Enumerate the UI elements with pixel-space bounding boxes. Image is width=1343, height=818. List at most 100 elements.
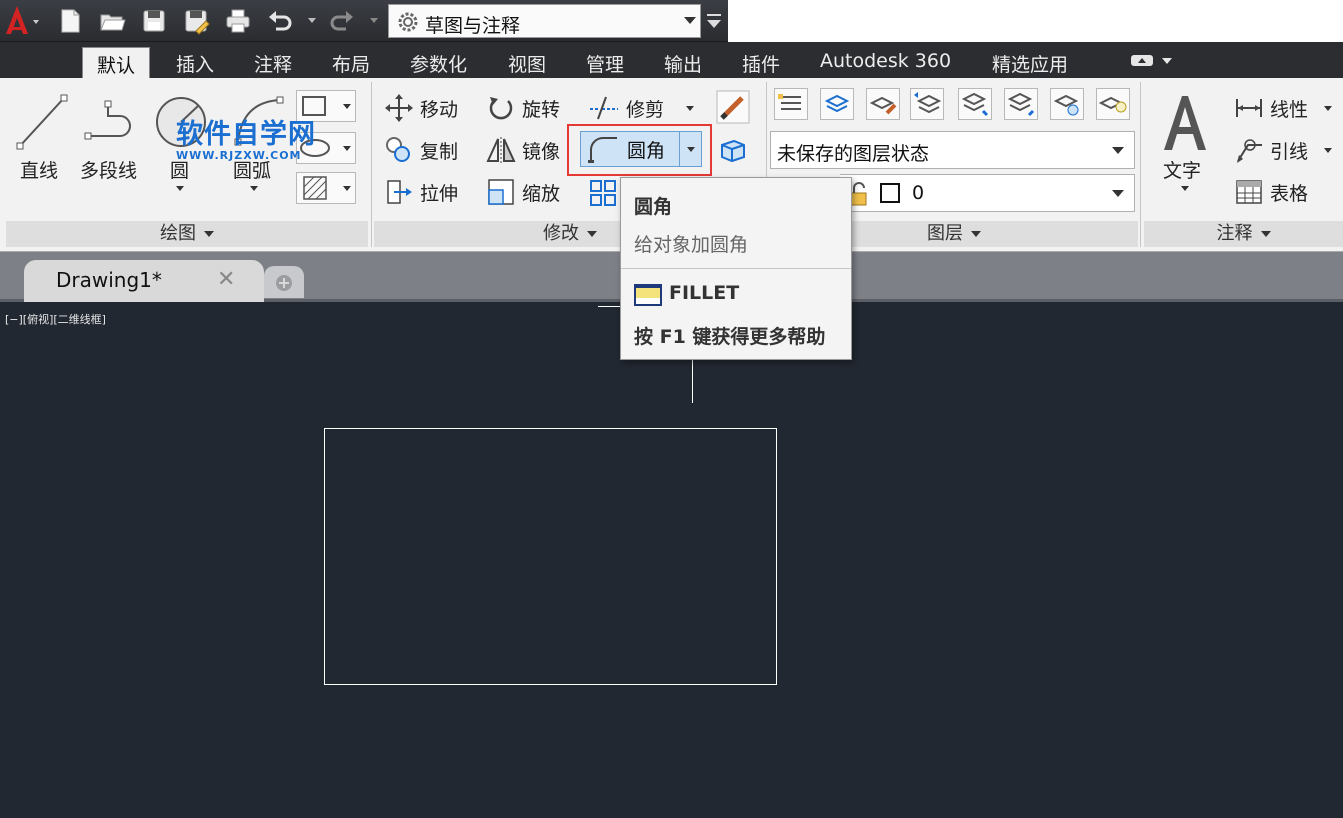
panel-display-toggle-icon[interactable] xyxy=(1130,54,1174,68)
mirror-label: 镜像 xyxy=(522,140,561,163)
drawing-canvas[interactable]: [−][俯视][二维线框] xyxy=(0,305,1343,818)
layer-off-button[interactable] xyxy=(1096,88,1130,120)
tab-annotate[interactable]: 注释 xyxy=(240,47,306,78)
polyline-tool-label[interactable]: 多段线 xyxy=(80,156,137,183)
tab-output[interactable]: 输出 xyxy=(650,47,716,78)
layer-previous-button[interactable] xyxy=(910,88,944,120)
circle-dropdown-icon[interactable] xyxy=(176,186,184,191)
layer-brush-button[interactable] xyxy=(866,88,900,120)
fillet-highlight-box xyxy=(567,124,712,176)
linear-dimension-label: 线性 xyxy=(1270,98,1309,121)
customize-toolbar-icon[interactable] xyxy=(703,6,725,36)
tab-default[interactable]: 默认 xyxy=(82,47,151,78)
save-as-icon[interactable] xyxy=(182,7,210,35)
open-folder-icon[interactable] xyxy=(98,7,126,35)
tab-layout[interactable]: 布局 xyxy=(318,47,384,78)
trim-label: 修剪 xyxy=(626,98,665,121)
tab-autodesk-360[interactable]: Autodesk 360 xyxy=(806,47,965,78)
mirror-icon xyxy=(486,137,516,163)
layer-isolate-button[interactable] xyxy=(958,88,992,120)
linear-dimension-dropdown-icon[interactable] xyxy=(1324,106,1332,111)
save-icon[interactable] xyxy=(140,7,168,35)
fillet-tooltip: 圆角 给对象加圆角 FILLET 按 F1 键获得更多帮助 xyxy=(620,177,852,360)
copy-icon xyxy=(386,137,410,162)
hatch-tool-button[interactable] xyxy=(296,172,356,204)
drawn-rectangle[interactable] xyxy=(324,428,777,685)
array-icon[interactable] xyxy=(588,178,618,208)
watermark-url: WWW.RJZXW.COM xyxy=(176,149,302,162)
annotation-group-title[interactable]: 注释 xyxy=(1144,221,1343,247)
line-tool-label[interactable]: 直线 xyxy=(20,156,58,183)
workspace-label: 草图与注释 xyxy=(425,15,521,37)
new-file-icon[interactable] xyxy=(56,7,84,35)
rotate-button[interactable]: 旋转 xyxy=(486,91,560,125)
text-dropdown-icon[interactable] xyxy=(1181,186,1189,191)
linear-dimension-button[interactable]: 线性 xyxy=(1234,91,1308,125)
application-menu-button[interactable] xyxy=(0,0,42,42)
annotation-group-label: 注释 xyxy=(1216,223,1253,244)
mirror-button[interactable]: 镜像 xyxy=(486,133,560,167)
move-button[interactable]: 移动 xyxy=(384,91,458,125)
layer-freeze-button[interactable] xyxy=(1050,88,1084,120)
annotation-group-dropdown-icon xyxy=(1260,231,1271,237)
workspace-selector[interactable]: 草图与注释 xyxy=(388,4,701,38)
tab-parametric[interactable]: 参数化 xyxy=(396,47,481,78)
layer-previous-icon xyxy=(914,92,942,114)
explode-icon[interactable] xyxy=(716,133,750,167)
redo-dropdown-icon[interactable] xyxy=(370,18,378,23)
rotate-label: 旋转 xyxy=(522,98,561,121)
scale-icon xyxy=(488,179,514,205)
line-tool-icon[interactable] xyxy=(14,92,70,152)
layer-state-dropdown-icon xyxy=(1112,147,1124,154)
close-tab-icon[interactable]: ✕ xyxy=(217,267,235,292)
tab-view[interactable]: 视图 xyxy=(494,47,560,78)
current-layer-dropdown[interactable]: 0 xyxy=(840,174,1135,212)
erase-icon[interactable] xyxy=(716,90,750,124)
undo-dropdown-icon[interactable] xyxy=(308,18,316,23)
watermark: 软件自学网 WWW.RJZXW.COM xyxy=(176,112,316,162)
arc-dropdown-icon[interactable] xyxy=(250,186,258,191)
trim-dropdown-icon[interactable] xyxy=(686,106,694,111)
layer-match-button[interactable] xyxy=(820,88,854,120)
tab-featured-apps[interactable]: 精选应用 xyxy=(978,47,1082,78)
redo-icon[interactable] xyxy=(328,7,356,35)
layers-group-label: 图层 xyxy=(927,223,963,244)
stretch-label: 拉伸 xyxy=(420,182,459,205)
layer-properties-button[interactable] xyxy=(774,88,808,120)
stretch-button[interactable]: 拉伸 xyxy=(384,175,458,209)
new-tab-button[interactable] xyxy=(264,266,304,298)
print-icon[interactable] xyxy=(224,7,252,35)
copy-label: 复制 xyxy=(420,140,459,163)
leader-label: 引线 xyxy=(1270,140,1309,163)
viewport-controls[interactable]: [−][俯视][二维线框] xyxy=(5,311,106,327)
tab-manage[interactable]: 管理 xyxy=(572,47,638,78)
autocad-window: 草图与注释 默认 插入 注释 布局 参数化 视图 管理 输出 插件 Autode… xyxy=(0,0,1343,818)
trim-button[interactable]: 修剪 xyxy=(588,91,664,125)
tab-insert[interactable]: 插入 xyxy=(162,47,228,78)
copy-button[interactable]: 复制 xyxy=(384,133,458,167)
polyline-tool-icon[interactable] xyxy=(84,96,140,146)
layer-state-label: 未保存的图层状态 xyxy=(777,143,930,165)
draw-group-title[interactable]: 绘图 xyxy=(6,221,368,247)
leader-button[interactable]: 引线 xyxy=(1234,133,1308,167)
table-button[interactable]: 表格 xyxy=(1234,175,1308,209)
leader-dropdown-icon[interactable] xyxy=(1324,148,1332,153)
document-tab[interactable]: Drawing1* ✕ xyxy=(24,260,264,302)
scale-button[interactable]: 缩放 xyxy=(486,175,560,209)
tooltip-command: FILLET xyxy=(669,282,740,304)
hatch-icon xyxy=(303,176,327,200)
linear-dimension-icon xyxy=(1236,99,1262,117)
leader-icon xyxy=(1237,139,1262,163)
current-layer-label: 0 xyxy=(912,182,925,204)
watermark-title: 软件自学网 xyxy=(176,119,316,150)
trim-icon xyxy=(590,96,618,120)
text-tool-label[interactable]: 文字 xyxy=(1163,156,1201,183)
layer-unisolate-button[interactable] xyxy=(1004,88,1038,120)
table-label: 表格 xyxy=(1270,182,1309,205)
plus-icon xyxy=(276,275,292,291)
undo-icon[interactable] xyxy=(266,7,294,35)
tooltip-title: 圆角 xyxy=(634,196,673,218)
layer-state-dropdown[interactable]: 未保存的图层状态 xyxy=(770,131,1135,169)
tab-plugins[interactable]: 插件 xyxy=(728,47,794,78)
text-tool-icon[interactable] xyxy=(1158,92,1212,152)
